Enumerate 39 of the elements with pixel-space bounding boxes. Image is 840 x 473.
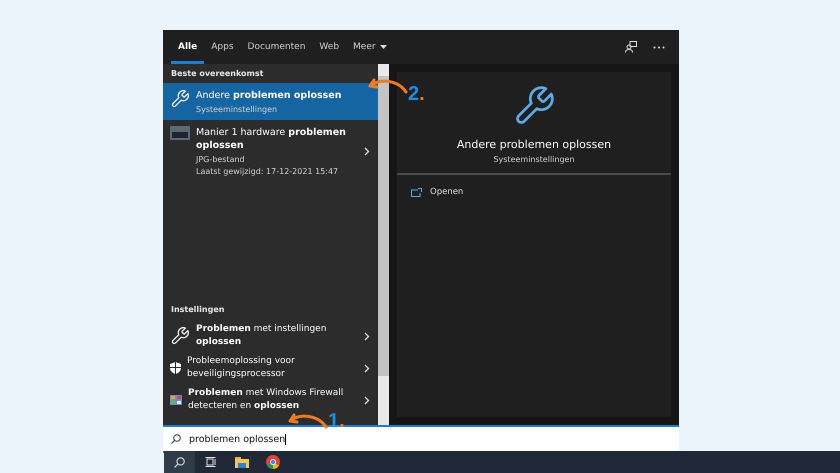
caret-icon [380, 45, 387, 49]
wrench-icon [170, 89, 190, 109]
search-tab[interactable]: Web [312, 30, 346, 64]
settings-item[interactable]: Probleemoplossing voor beveiligingsprocessor [163, 351, 378, 383]
feedback-icon[interactable] [625, 41, 637, 53]
result-detail: Systeeminstellingen [196, 105, 278, 114]
chevron-right-icon [364, 332, 370, 340]
chevron-right-icon [364, 396, 370, 404]
result-item[interactable]: Manier 1 hardware problemen oplossen JPG-bestand Laatst gewijzigd: 17-12-2021 15:47 [163, 120, 378, 182]
search-icon[interactable] [164, 451, 195, 473]
search-icon [171, 434, 181, 444]
result-detail: JPG-bestand [196, 155, 246, 164]
search-tab[interactable]: Documenten [240, 30, 312, 64]
firewall-icon [170, 395, 182, 405]
chevron-right-icon [364, 364, 370, 372]
step-number: 2 [408, 86, 420, 102]
settings-title: Problemen met Windows Firewall detecteren en oplossen [188, 387, 344, 413]
open-icon [411, 188, 422, 196]
preview-subtitle: Systeeminstellingen [493, 155, 575, 164]
settings-item[interactable]: Problemen met instellingen oplossen [163, 319, 378, 351]
result-title: Manier 1 hardware problemen oplossen [196, 126, 347, 152]
settings-title: Probleemoplossing voor beveiligingsprocessor [187, 355, 296, 381]
settings-title: Problemen met instellingen oplossen [196, 323, 328, 349]
preview-title: Andere problemen oplossen [456, 138, 612, 151]
result-detail: Laatst gewijzigd: 17-12-2021 15:47 [196, 167, 340, 176]
search-tab[interactable]: Meer [346, 30, 394, 64]
section-heading: Instellingen [170, 304, 226, 316]
wrench-icon [170, 326, 190, 346]
result-item[interactable]: Andere problemen oplossen Systeeminstellingen [163, 83, 378, 120]
photo-thumbnail [170, 126, 190, 140]
search-tab[interactable]: Apps [204, 30, 241, 64]
section-heading: Beste overeenkomst [170, 68, 264, 80]
chevron-right-icon [364, 146, 370, 156]
step-dot: . [419, 86, 425, 102]
shield-icon [170, 362, 181, 374]
scrollbar[interactable] [378, 64, 389, 425]
open-action[interactable]: Openen [430, 187, 464, 197]
more-icon[interactable] [653, 46, 665, 48]
result-title: Andere problemen oplossen [196, 89, 343, 102]
